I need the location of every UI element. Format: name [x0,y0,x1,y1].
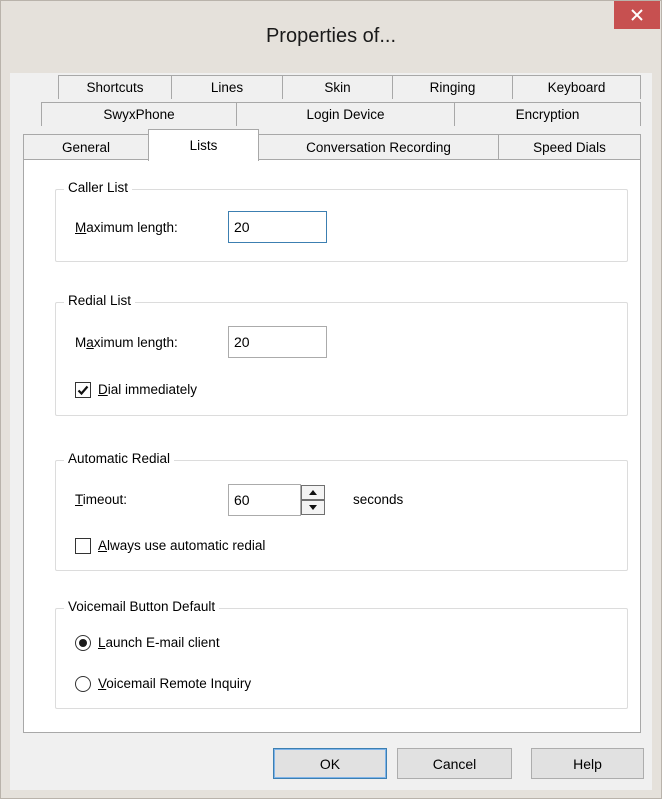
tab-ringing[interactable]: Ringing [392,75,513,99]
automatic-redial-group: Automatic Redial [55,451,628,571]
help-button[interactable]: Help [531,748,644,779]
dial-immediately-checkbox[interactable] [75,382,91,398]
always-auto-redial-checkbox[interactable] [75,538,91,554]
launch-email-text: aunch E-mail client [105,635,220,650]
arrow-down-icon [309,505,317,510]
redial-max-length-text-post: ximum length: [93,335,178,350]
spin-up-button[interactable] [301,485,325,500]
redial-max-length-mnemonic: a [86,335,94,350]
tab-swyxphone[interactable]: SwyxPhone [41,102,237,126]
checkmark-icon [77,385,89,396]
launch-email-label[interactable]: Launch E-mail client [98,635,220,650]
redial-max-length-label: Maximum length: [75,335,178,350]
remote-inquiry-text: oicemail Remote Inquiry [106,676,252,691]
always-auto-redial-text: lways use automatic redial [107,538,266,553]
always-auto-redial-mnemonic: A [98,538,108,553]
voicemail-title: Voicemail Button Default [64,599,220,614]
tab-general[interactable]: General [23,134,149,160]
caller-max-length-text: aximum length: [86,220,178,235]
tab-login-device[interactable]: Login Device [236,102,455,126]
tab-conversation-recording[interactable]: Conversation Recording [258,134,499,160]
close-button[interactable] [614,1,660,29]
dial-immediately-mnemonic: D [98,382,108,397]
timeout-text: imeout: [82,492,128,507]
redial-max-length-text-pre: M [75,335,87,350]
timeout-input[interactable]: 60 [228,484,301,516]
arrow-up-icon [309,490,317,495]
tab-encryption[interactable]: Encryption [454,102,641,126]
voicemail-group: Voicemail Button Default [55,599,628,709]
caller-max-length-input[interactable]: 20 [228,211,327,243]
radio-selected-dot [79,639,87,647]
tab-keyboard[interactable]: Keyboard [512,75,641,99]
timeout-mnemonic: T [75,492,83,507]
tab-lines[interactable]: Lines [171,75,283,99]
properties-window: Properties of... Shortcuts Lines Skin Ri… [0,0,662,799]
automatic-redial-title: Automatic Redial [64,451,175,466]
dial-immediately-label[interactable]: Dial immediately [98,382,197,397]
caller-list-title: Caller List [64,180,133,195]
launch-email-mnemonic: L [98,635,106,650]
lists-panel: Caller List Maximum length: 20 Redial Li… [23,159,641,733]
title-bar[interactable]: Properties of... [1,1,661,73]
close-icon [631,9,643,21]
redial-list-group: Redial List [55,293,628,416]
caller-max-length-label: Maximum length: [75,220,178,235]
ok-button[interactable]: OK [273,748,387,779]
remote-inquiry-radio[interactable] [75,676,91,692]
timeout-label: Timeout: [75,492,127,507]
spin-down-button[interactable] [301,500,325,515]
caller-max-length-mnemonic: M [75,220,87,235]
timeout-spinner [301,484,325,516]
remote-inquiry-label[interactable]: Voicemail Remote Inquiry [98,676,251,691]
always-auto-redial-label[interactable]: Always use automatic redial [98,538,265,553]
redial-max-length-input[interactable]: 20 [228,326,327,358]
cancel-button[interactable]: Cancel [397,748,512,779]
tab-lists[interactable]: Lists [148,129,259,161]
tab-speed-dials[interactable]: Speed Dials [498,134,641,160]
launch-email-radio[interactable] [75,635,91,651]
tab-skin[interactable]: Skin [282,75,393,99]
window-title: Properties of... [265,25,397,47]
tab-shortcuts[interactable]: Shortcuts [58,75,172,99]
redial-list-title: Redial List [64,293,136,308]
seconds-label: seconds [353,492,404,507]
dial-immediately-text: ial immediately [107,382,198,397]
